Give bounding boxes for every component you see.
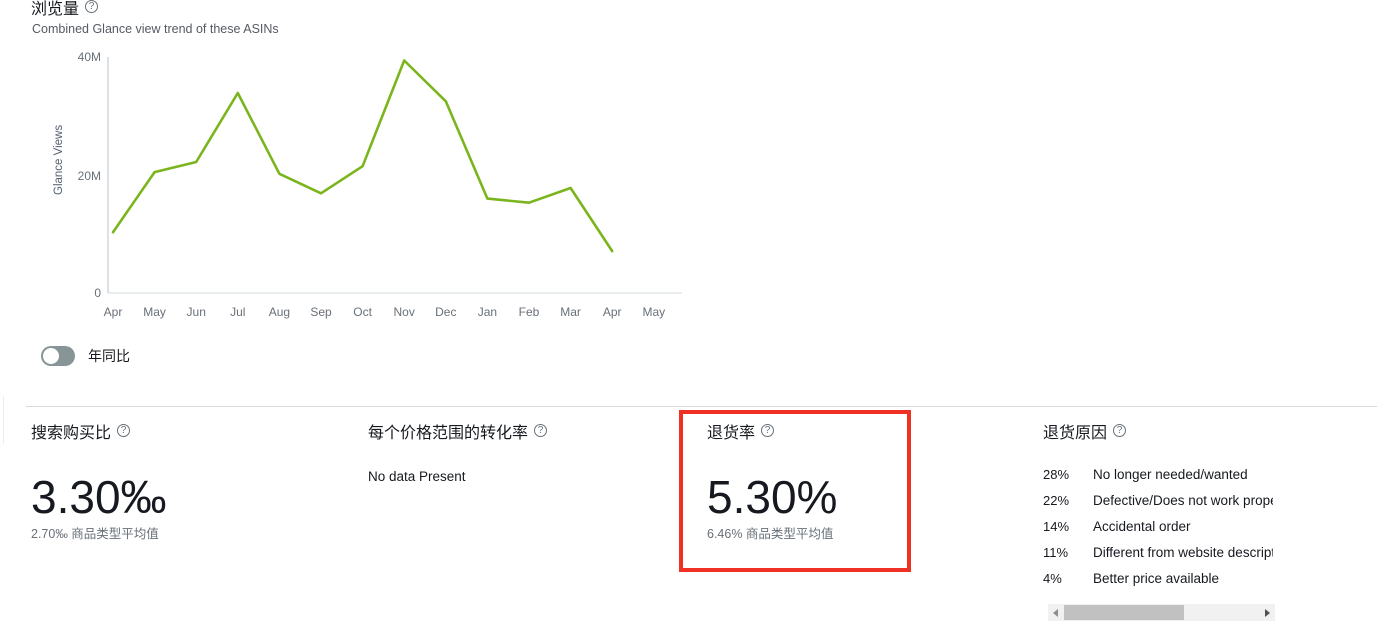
x-tick-label: Mar: [560, 305, 581, 319]
return-reason-percent: 14%: [1043, 519, 1093, 534]
x-tick-label: Aug: [269, 305, 290, 319]
return-reason-row: 22%Defective/Does not work properly: [1043, 493, 1273, 519]
return-reason-label: Different from website description: [1093, 545, 1273, 560]
glance-views-chart: Glance Views 40M 20M 0 Apr May Jun Jul Aug Se…: [0, 40, 720, 330]
page-subtitle: Combined Glance view trend of these ASIN…: [32, 21, 279, 37]
x-tick-label: Oct: [353, 305, 372, 319]
metric-empty-state-price-range-conversion: No data Present: [368, 469, 466, 484]
return-reason-label: Better price available: [1093, 571, 1219, 586]
return-reason-percent: 22%: [1043, 493, 1093, 508]
return-reason-row: 4%Better price available: [1043, 571, 1273, 597]
metric-title-text: 退货原因: [1043, 425, 1107, 442]
metric-benchmark-return-rate: 6.46% 商品类型平均值: [707, 526, 833, 542]
return-reason-row: 14%Accidental order: [1043, 519, 1273, 545]
x-tick-label: Sep: [310, 305, 332, 319]
help-circle-icon[interactable]: [85, 0, 98, 13]
metric-title-text: 退货率: [707, 425, 755, 442]
metric-title-text: 每个价格范围的转化率: [368, 425, 528, 442]
toggle-knob: [43, 348, 59, 364]
metric-title-return-reasons: 退货原因: [1043, 424, 1126, 444]
return-reason-label: Defective/Does not work properly: [1093, 493, 1273, 508]
metric-value-search-buy-ratio: 3.30‰: [31, 471, 167, 523]
return-reasons-horizontal-scrollbar[interactable]: [1048, 604, 1275, 621]
y-tick-label: 40M: [78, 50, 101, 64]
x-tick-label: Jul: [230, 305, 245, 319]
x-tick-label: Jun: [187, 305, 206, 319]
metric-title-return-rate: 退货率: [707, 424, 774, 444]
metric-benchmark-search-buy-ratio: 2.70‰ 商品类型平均值: [31, 526, 159, 542]
metric-value-return-rate: 5.30%: [707, 471, 837, 523]
x-tick-label: Jan: [478, 305, 497, 319]
page-title-text: 浏览量: [31, 1, 79, 18]
return-reason-row: 11%Different from website description: [1043, 545, 1273, 571]
x-tick-label: Nov: [394, 305, 415, 319]
glance-views-panel: 浏览量 Combined Glance view trend of these …: [0, 0, 1384, 400]
return-reason-label: Accidental order: [1093, 519, 1191, 534]
section-divider: [26, 406, 1377, 407]
year-over-year-toggle[interactable]: [41, 346, 75, 366]
page-title: 浏览量: [31, 0, 98, 20]
y-tick-labels: 40M 20M 0: [78, 50, 102, 300]
x-tick-label: May: [642, 305, 665, 319]
metric-title-search-buy-ratio: 搜索购买比: [31, 424, 130, 444]
return-reason-percent: 28%: [1043, 467, 1093, 482]
return-reason-label: No longer needed/wanted: [1093, 467, 1248, 482]
y-tick-label: 0: [94, 286, 101, 300]
year-over-year-toggle-row: 年同比: [41, 346, 130, 366]
help-circle-icon[interactable]: [117, 424, 130, 437]
return-reasons-list: 28%No longer needed/wanted22%Defective/D…: [1043, 467, 1273, 597]
return-reason-row: 28%No longer needed/wanted: [1043, 467, 1273, 493]
scrollbar-thumb[interactable]: [1064, 605, 1184, 620]
scrollbar-track[interactable]: [1064, 604, 1259, 621]
metric-title-price-range-conversion: 每个价格范围的转化率: [368, 424, 547, 444]
x-tick-labels: Apr May Jun Jul Aug Sep Oct Nov Dec Jan Feb Mar Apr M…: [104, 305, 665, 319]
metrics-row: 搜索购买比 3.30‰ 2.70‰ 商品类型平均值 每个价格范围的转化率 No …: [0, 415, 1384, 633]
x-tick-label: Feb: [519, 305, 540, 319]
triangle-left-icon[interactable]: [1048, 604, 1064, 621]
triangle-right-icon[interactable]: [1259, 604, 1275, 621]
chart-series-line: [113, 61, 612, 252]
return-reason-percent: 11%: [1043, 545, 1093, 560]
x-tick-label: Dec: [435, 305, 456, 319]
y-tick-label: 20M: [78, 169, 101, 183]
x-tick-label: May: [143, 305, 166, 319]
help-circle-icon[interactable]: [534, 424, 547, 437]
x-tick-label: Apr: [104, 305, 123, 319]
metric-title-text: 搜索购买比: [31, 425, 111, 442]
x-tick-label: Apr: [603, 305, 622, 319]
return-reason-percent: 4%: [1043, 571, 1093, 586]
year-over-year-toggle-label: 年同比: [88, 346, 130, 366]
chart-svg: Glance Views 40M 20M 0 Apr May Jun Jul Aug Se…: [0, 40, 720, 330]
help-circle-icon[interactable]: [1113, 424, 1126, 437]
y-axis-title: Glance Views: [53, 125, 65, 195]
help-circle-icon[interactable]: [761, 424, 774, 437]
